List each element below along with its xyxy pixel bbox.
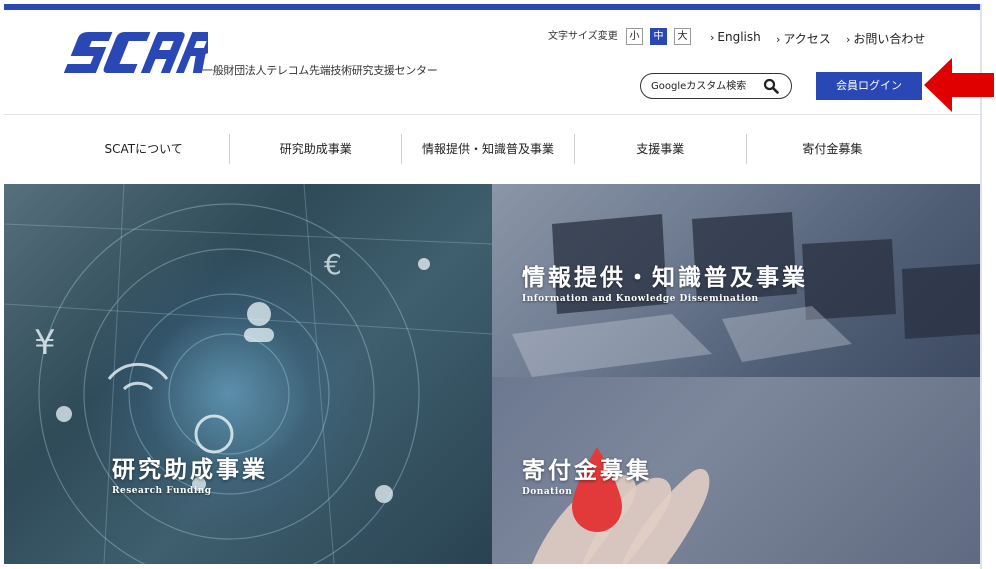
red-arrow-icon [924, 58, 994, 112]
org-name: 一般財団法人テレコム先端技術研究支援センター [202, 64, 438, 77]
font-size-label: 文字サイズ変更 [548, 31, 618, 42]
english-link[interactable]: › English [710, 30, 761, 44]
font-size-medium-button[interactable]: 中 [650, 28, 667, 45]
top-accent-bar [4, 4, 980, 10]
research-tile-title: 研究助成事業 [112, 457, 268, 483]
donation-tile-title: 寄付金募集 [522, 458, 652, 484]
scat-logo[interactable] [60, 28, 208, 78]
info-tile-subtitle: Information and Knowledge Dissemination [522, 294, 759, 304]
chevron-right-icon: › [846, 33, 851, 46]
chevron-right-icon: › [776, 33, 781, 46]
font-size-small-button[interactable]: 小 [626, 28, 643, 45]
header-divider [4, 114, 980, 115]
nav-item-research-funding[interactable]: 研究助成事業 [229, 134, 401, 164]
nav-item-information[interactable]: 情報提供・知識普及事業 [401, 134, 573, 164]
info-tile-title: 情報提供・知識普及事業 [522, 265, 808, 291]
nav-item-donation[interactable]: 寄付金募集 [745, 134, 918, 164]
contact-link[interactable]: › お問い合わせ [846, 30, 925, 47]
search-box [640, 73, 792, 99]
research-funding-tile[interactable]: ¥ € 研究助成事業 Research Funding [4, 184, 492, 564]
chevron-right-icon: › [710, 31, 715, 44]
search-icon[interactable] [763, 78, 779, 94]
font-size-large-button[interactable]: 大 [674, 28, 691, 45]
information-tile[interactable]: 情報提供・知識普及事業 Information and Knowledge Di… [492, 184, 980, 377]
global-nav: SCATについて 研究助成事業 情報提供・知識普及事業 支援事業 寄付金募集 [58, 134, 918, 164]
nav-item-about[interactable]: SCATについて [58, 134, 229, 164]
member-login-button[interactable]: 会員ログイン [816, 72, 922, 100]
nav-item-support[interactable]: 支援事業 [573, 134, 746, 164]
svg-text:¥: ¥ [34, 323, 56, 363]
search-input[interactable] [651, 77, 761, 95]
research-tile-subtitle: Research Funding [112, 486, 212, 496]
svg-text:€: € [324, 248, 342, 281]
city-network-image: ¥ € [4, 184, 492, 564]
access-link[interactable]: › アクセス [776, 30, 831, 47]
donation-tile[interactable]: 寄付金募集 Donation [492, 377, 980, 564]
donation-tile-subtitle: Donation [522, 487, 573, 497]
